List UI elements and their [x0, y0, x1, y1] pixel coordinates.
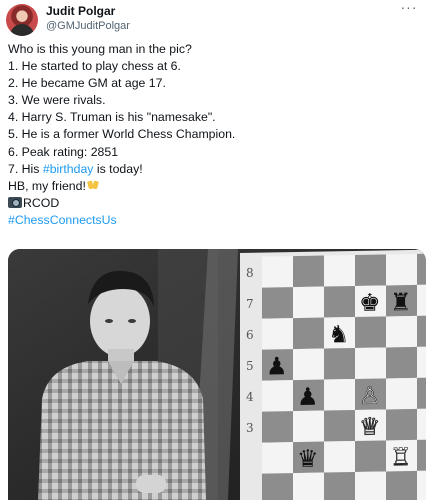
tweet-line-hashtag: #ChessConnectsUs: [8, 212, 418, 229]
tweet-photo[interactable]: 8 7 6 5 4 3 ♚ ♜ ♝ ♞ ♟ ♟ ♙ ♕ ♝ ♛ ♖: [8, 249, 426, 500]
demo-board: 8 7 6 5 4 3 ♚ ♜ ♝ ♞ ♟ ♟ ♙ ♕ ♝ ♛ ♖: [240, 249, 426, 500]
tweet-line: 1. He started to play chess at 6.: [8, 59, 181, 74]
author-name-block: Judit Polgar @GMJuditPolgar: [46, 4, 130, 33]
board-square: [262, 256, 293, 288]
tweet-line-credit: RCOD: [8, 195, 418, 212]
tweet-line: Who is this young man in the pic?: [8, 42, 192, 56]
birthday-suffix: is today!: [93, 161, 143, 176]
board-square: [262, 442, 293, 474]
chess-piece: ♟: [297, 383, 319, 411]
board-square: [324, 471, 355, 500]
birthday-prefix: 7. His: [8, 161, 43, 176]
tweet-line: 6. Peak rating: 2851: [8, 144, 119, 159]
chessconnectsus-hashtag-link[interactable]: #ChessConnectsUs: [8, 213, 117, 227]
clinking-glasses-icon: [86, 179, 100, 191]
tweet-line: 4. Harry S. Truman is his "namesake".: [8, 110, 216, 125]
author-avatar[interactable]: [6, 4, 38, 36]
board-rank-label: 5: [246, 359, 254, 373]
board-square: [262, 411, 293, 443]
board-square: [417, 253, 426, 285]
board-rank-label: 3: [246, 421, 254, 435]
chess-piece: ♛: [297, 445, 319, 473]
board-square: [355, 440, 386, 472]
board-square: [324, 378, 355, 411]
board-square: [262, 318, 293, 350]
tweet-line: 3. We were rivals.: [8, 93, 106, 108]
board-square: [262, 473, 293, 500]
chess-piece: ♕: [359, 413, 381, 441]
board-square: [293, 348, 324, 381]
board-square: [417, 439, 426, 471]
chess-piece: ♝: [421, 287, 426, 315]
board-square: [324, 440, 355, 473]
board-square: [324, 285, 355, 318]
camera-icon: [8, 196, 22, 208]
board-square: [324, 347, 355, 380]
avatar-figure: [10, 24, 34, 36]
board-square: [417, 470, 426, 500]
board-rank-label: 6: [246, 328, 254, 342]
board-square: [293, 286, 324, 319]
chess-piece: ♜: [390, 288, 412, 316]
board-rank-label: 4: [246, 390, 254, 404]
board-square: [293, 255, 324, 288]
photo-credit-text: RCOD: [23, 195, 60, 210]
tweet-line: 5. He is a former World Chess Champion.: [8, 127, 236, 142]
birthday-hashtag-link[interactable]: #birthday: [43, 162, 94, 176]
chess-piece: ♙: [359, 382, 381, 410]
chess-piece: ♞: [328, 320, 350, 348]
board-square: [355, 254, 386, 286]
greeting-text: HB, my friend!: [8, 178, 86, 193]
board-square: [386, 377, 417, 410]
board-square: [417, 315, 426, 347]
tweet-text: Who is this young man in the pic? 1. He …: [8, 41, 418, 229]
board-rank-label: 7: [246, 297, 254, 311]
board-rank-label: 8: [246, 266, 254, 280]
more-options-icon[interactable]: ···: [400, 0, 418, 16]
tweet-header: Judit Polgar @GMJuditPolgar ···: [6, 0, 420, 36]
board-square: [417, 377, 426, 409]
author-display-name[interactable]: Judit Polgar: [46, 4, 130, 19]
board-square: [262, 380, 293, 412]
board-square: [386, 253, 417, 286]
board-square: [293, 410, 324, 443]
tweet-line-greeting: HB, my friend!: [8, 178, 418, 195]
board-square: [386, 346, 417, 379]
chess-piece: ♚: [359, 289, 381, 317]
chess-piece: ♟: [266, 352, 288, 380]
board-square: [386, 408, 417, 441]
board-square: [293, 472, 324, 500]
tweet-line: 2. He became GM at age 17.: [8, 76, 166, 91]
board-square: [417, 346, 426, 378]
chess-photo-illustration: 8 7 6 5 4 3 ♚ ♜ ♝ ♞ ♟ ♟ ♙ ♕ ♝ ♛ ♖: [8, 249, 426, 500]
board-square: [355, 316, 386, 348]
board-square: [386, 315, 417, 348]
board-square: [386, 470, 417, 500]
chess-piece: ♖: [390, 443, 412, 471]
author-handle[interactable]: @GMJuditPolgar: [46, 19, 130, 33]
board-square: [324, 254, 355, 287]
chess-piece: ♝: [421, 411, 426, 439]
board-square: [324, 409, 355, 442]
board-square: [262, 287, 293, 319]
board-square: [355, 347, 386, 379]
tweet-line-birthday: 7. His #birthday is today!: [8, 161, 418, 178]
board-square: [355, 471, 386, 500]
board-square: [293, 317, 324, 350]
